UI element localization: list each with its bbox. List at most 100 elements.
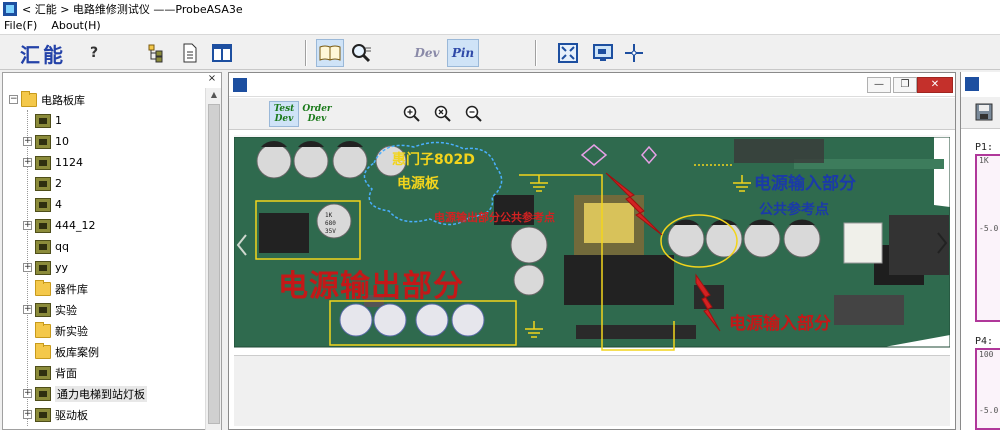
save-icon[interactable] (975, 103, 993, 121)
board-toolbar: Test Dev Order Dev (229, 98, 955, 130)
pin-mode-button[interactable]: Pin (447, 39, 479, 67)
tree-item-label: 新实验 (55, 324, 88, 338)
title-bar: < 汇能 > 电路维修测试仪 ——ProbeASA3e (0, 0, 1000, 17)
tree-item[interactable]: 器件库 (23, 278, 88, 299)
tree-item[interactable]: qq (23, 236, 69, 257)
restore-button[interactable]: ❐ (893, 77, 917, 93)
menu-bar: File(F) About(H) (0, 17, 1000, 34)
magnifier-list-icon[interactable] (348, 39, 374, 67)
board-tree-icon[interactable] (144, 39, 168, 67)
collapse-icon[interactable]: − (9, 95, 18, 104)
document-icon[interactable] (178, 39, 202, 67)
expand-icon[interactable]: + (23, 410, 32, 419)
expand-icon[interactable]: + (23, 305, 32, 314)
plot1-tick-top: 1K (979, 156, 989, 165)
tree-item[interactable]: 1 (23, 110, 62, 131)
label-power-input-bottom: 电源输入部分 (729, 314, 831, 334)
window-title: < 汇能 > 电路维修测试仪 ——ProbeASA3e (22, 2, 243, 16)
board-icon (35, 113, 51, 128)
zoom-reset-icon[interactable] (432, 101, 454, 127)
pcb-image[interactable]: 1K 680 35V (234, 135, 950, 355)
zoom-in-icon[interactable] (401, 101, 423, 127)
plot1-area[interactable] (975, 154, 1000, 322)
close-button[interactable]: ✕ (917, 77, 953, 93)
board-view-empty-area (234, 355, 950, 426)
board-window-titlebar: — ❐ ✕ (229, 73, 955, 97)
plot2-area[interactable] (975, 348, 1000, 430)
plot2-tick-top: 100 (979, 350, 994, 359)
help-icon[interactable]: ? (82, 39, 106, 67)
tree-item-label: 背面 (55, 366, 77, 380)
label-power-board: 电源板 (397, 176, 439, 192)
fit-view-icon[interactable] (556, 39, 580, 67)
label-input-common-ref: 公共参考点 (759, 202, 829, 218)
board-icon (35, 155, 51, 170)
board-icon (35, 239, 51, 254)
window-app-icon (233, 78, 247, 92)
tree-item[interactable]: + yy (23, 257, 68, 278)
tree-item-label: 444_12 (55, 219, 96, 232)
order-dev-button[interactable]: Order Dev (302, 101, 332, 127)
app-icon (3, 1, 17, 16)
book-icon[interactable] (316, 39, 344, 67)
curve-window: P1: 1K -5.0 P4: 100 -5.0 (960, 72, 1000, 430)
tree-item[interactable]: 板库案例 (23, 341, 99, 362)
zoom-out-icon[interactable] (463, 101, 485, 127)
curve-toolbar (961, 97, 1000, 129)
tree-item[interactable]: 2 (23, 173, 62, 194)
tree-item[interactable]: +1124 (23, 152, 83, 173)
tree-item-label: 器件库 (55, 282, 88, 296)
tree-item-label: 电路板库 (41, 93, 85, 107)
folder-icon (35, 342, 51, 359)
board-window: — ❐ ✕ Test Dev Order Dev 1K 680 35V 惠门子8… (228, 72, 956, 430)
tree-scrollbar[interactable]: ▲ (205, 88, 221, 430)
screen-icon[interactable] (591, 39, 615, 67)
tree-item[interactable]: + 驱动板 (23, 404, 88, 425)
board-icon (35, 134, 51, 149)
board-icon (35, 365, 51, 380)
tree-item[interactable]: 新实验 (23, 320, 88, 341)
scroll-up-icon[interactable]: ▲ (206, 88, 222, 102)
plot1-title: P1: (975, 142, 994, 153)
board-icon (35, 386, 51, 401)
plot1-tick-mid: -5.0 (979, 224, 999, 233)
split-view-icon[interactable] (210, 39, 234, 67)
test-dev-line1: Test (273, 104, 295, 114)
plot2-tick-mid: -5.0 (979, 406, 999, 415)
board-library-tree: − 电路板库 1 +10 +1124 2 4 +444_12 qq + yy 器件库 + 实验 新实验 板库案… (5, 88, 203, 430)
crosshair-icon[interactable] (622, 39, 646, 67)
expand-icon[interactable]: + (23, 263, 32, 272)
tree-item[interactable]: 背面 (23, 362, 77, 383)
tree-item[interactable]: + 通力电梯到站灯板 (23, 383, 147, 404)
tree-item[interactable]: 4 (23, 194, 62, 215)
scroll-thumb[interactable] (208, 104, 220, 424)
board-image-view[interactable]: 1K 680 35V 惠门子802D 电源板 电源输出部分公共参考点 电源输出部… (234, 133, 950, 426)
tree-item[interactable]: + 实验 (23, 299, 77, 320)
test-dev-button[interactable]: Test Dev (269, 101, 299, 127)
tree-item-label: 10 (55, 135, 69, 148)
dev-mode-button[interactable]: Dev (410, 39, 444, 67)
panel-close-icon[interactable]: × (206, 73, 218, 85)
main-toolbar: 汇能 ? Dev Pin (0, 34, 1000, 70)
tree-item[interactable]: +10 (23, 131, 69, 152)
tree-item-label: 1124 (55, 156, 83, 169)
plot2-title: P4: (975, 336, 994, 347)
board-icon (35, 218, 51, 233)
expand-icon[interactable]: + (23, 137, 32, 146)
tree-item-label: 4 (55, 198, 62, 211)
folder-icon (21, 90, 37, 107)
tree-item[interactable]: +444_12 (23, 215, 96, 236)
menu-file[interactable]: File(F) (4, 19, 37, 32)
board-icon (35, 176, 51, 191)
tree-item-label: 2 (55, 177, 62, 190)
board-icon (35, 197, 51, 212)
board-icon (35, 407, 51, 422)
expand-icon[interactable]: + (23, 221, 32, 230)
expand-icon[interactable]: + (23, 389, 32, 398)
minimize-button[interactable]: — (867, 77, 891, 93)
expand-icon[interactable]: + (23, 158, 32, 167)
menu-about[interactable]: About(H) (51, 19, 100, 32)
tree-item-label: 通力电梯到站灯板 (55, 385, 147, 402)
order-dev-line2: Dev (307, 114, 327, 124)
tree-item[interactable]: − 电路板库 (9, 89, 85, 110)
